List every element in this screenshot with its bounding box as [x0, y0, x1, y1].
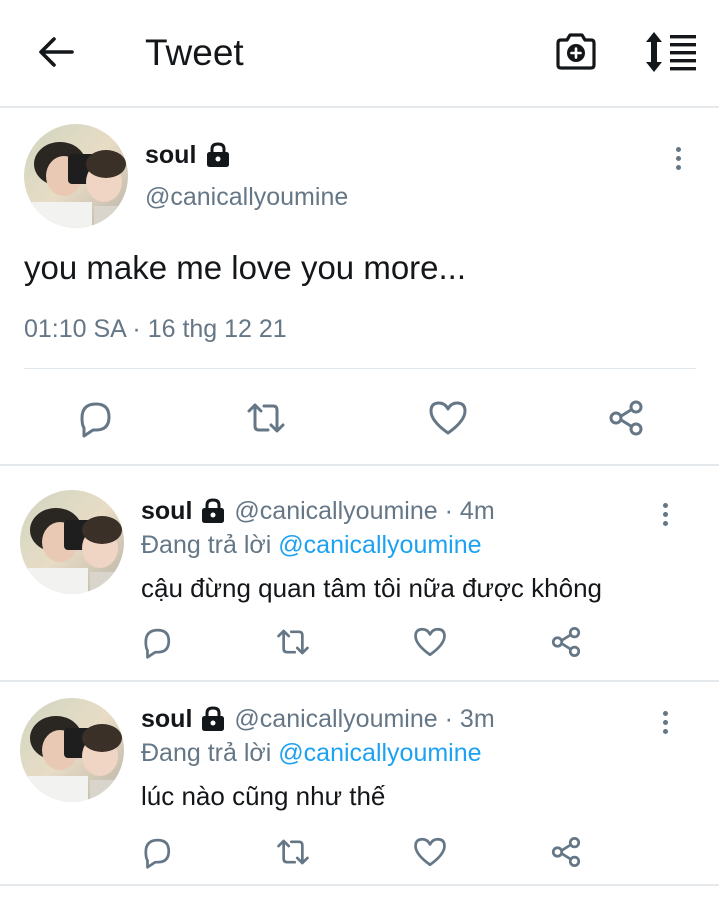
user-handle[interactable]: @canicallyoumine	[234, 494, 437, 528]
like-button[interactable]	[412, 834, 448, 870]
reply-button[interactable]	[138, 834, 174, 870]
replying-to-label: Đang trả lời	[141, 531, 272, 559]
share-button[interactable]	[548, 624, 584, 660]
camera-button[interactable]	[554, 30, 598, 74]
reply-tweet[interactable]: soul @canicallyoumine · 4m Đang trả lời …	[0, 466, 719, 670]
share-icon	[551, 627, 581, 657]
top-app-bar: Tweet	[0, 0, 719, 108]
reply-button[interactable]	[74, 398, 114, 438]
more-options-button[interactable]	[653, 494, 677, 534]
reply-tweet[interactable]: soul @canicallyoumine · 3m Đang trả lời …	[0, 672, 719, 876]
display-name[interactable]: soul	[145, 138, 196, 172]
replying-to: Đang trả lời @canicallyoumine	[141, 736, 482, 770]
reply-header: soul @canicallyoumine · 4m	[141, 494, 495, 528]
reply-header: soul @canicallyoumine · 3m	[141, 702, 495, 736]
tweet-action-bar	[0, 620, 719, 664]
share-icon	[609, 400, 643, 436]
sort-button[interactable]	[644, 30, 698, 74]
like-button[interactable]	[412, 624, 448, 660]
retweet-button[interactable]	[275, 624, 311, 660]
reply-icon	[144, 628, 171, 659]
avatar[interactable]	[20, 490, 124, 594]
tweet-action-bar	[0, 830, 719, 874]
main-tweet: soul @canicallyoumine you make me love y…	[0, 110, 719, 466]
replying-to-label: Đang trả lời	[141, 739, 272, 767]
time-ago: · 4m	[444, 497, 495, 525]
share-icon	[551, 837, 581, 867]
retweet-icon	[277, 629, 309, 655]
tweet-text: cậu đừng quan tâm tôi nữa được không	[141, 573, 602, 603]
like-icon	[414, 627, 446, 657]
avatar[interactable]	[20, 698, 124, 802]
reply-button[interactable]	[138, 624, 174, 660]
sort-icon	[646, 32, 696, 72]
display-name[interactable]: soul	[141, 494, 192, 528]
avatar[interactable]	[24, 124, 128, 228]
camera-plus-icon	[556, 33, 596, 70]
mention-link[interactable]: @canicallyoumine	[278, 531, 481, 559]
more-options-button[interactable]	[666, 138, 690, 178]
divider	[24, 368, 696, 369]
page-title: Tweet	[145, 32, 244, 73]
replying-to: Đang trả lời @canicallyoumine	[141, 528, 482, 562]
like-icon	[429, 401, 467, 435]
tweet-timestamp[interactable]: 01:10 SA · 16 thg 12 21	[24, 312, 287, 346]
lock-icon	[207, 142, 230, 167]
lock-icon	[202, 706, 225, 731]
like-icon	[414, 837, 446, 867]
tweet-text: lúc nào cũng như thế	[141, 781, 386, 811]
display-name[interactable]: soul	[141, 702, 192, 736]
more-options-button[interactable]	[653, 702, 677, 742]
like-button[interactable]	[428, 398, 468, 438]
reply-icon	[80, 402, 111, 438]
lock-icon	[202, 498, 225, 523]
tweet-action-bar	[0, 388, 719, 448]
back-button[interactable]	[36, 30, 76, 74]
share-button[interactable]	[606, 398, 646, 438]
mention-link[interactable]: @canicallyoumine	[278, 739, 481, 767]
user-handle[interactable]: @canicallyoumine	[234, 702, 437, 736]
retweet-button[interactable]	[246, 398, 286, 438]
divider	[0, 884, 719, 886]
retweet-icon	[277, 839, 309, 865]
time-ago: · 3m	[444, 705, 495, 733]
share-button[interactable]	[548, 834, 584, 870]
arrow-left-icon	[39, 37, 74, 67]
retweet-button[interactable]	[275, 834, 311, 870]
user-handle[interactable]: @canicallyoumine	[145, 180, 348, 214]
tweet-text: you make me love you more...	[24, 249, 467, 286]
display-name-row: soul	[145, 138, 230, 172]
retweet-icon	[247, 403, 285, 433]
reply-icon	[144, 838, 171, 869]
